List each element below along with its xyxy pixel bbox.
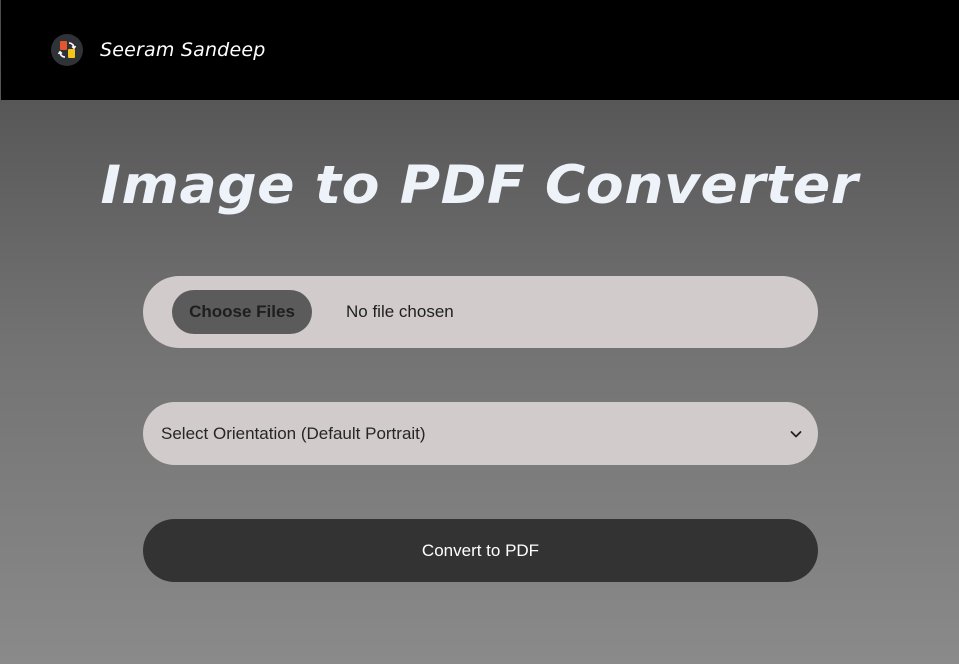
chevron-down-icon: [788, 426, 804, 442]
file-status-text: No file chosen: [346, 302, 454, 321]
choose-files-button[interactable]: Choose Files: [172, 290, 312, 334]
navbar: Seeram Sandeep: [1, 0, 959, 100]
orientation-select-value: Select Orientation (Default Portrait): [161, 423, 426, 443]
image-to-pdf-logo-icon: [51, 34, 83, 66]
brand[interactable]: Seeram Sandeep: [51, 34, 266, 66]
convert-to-pdf-button[interactable]: Convert to PDF: [143, 519, 818, 582]
page-title: Image to PDF Converter: [100, 155, 859, 216]
orientation-select[interactable]: Select Orientation (Default Portrait): [143, 402, 818, 465]
brand-name[interactable]: Seeram Sandeep: [100, 39, 266, 61]
file-input[interactable]: Choose Files No file chosen: [143, 276, 818, 348]
